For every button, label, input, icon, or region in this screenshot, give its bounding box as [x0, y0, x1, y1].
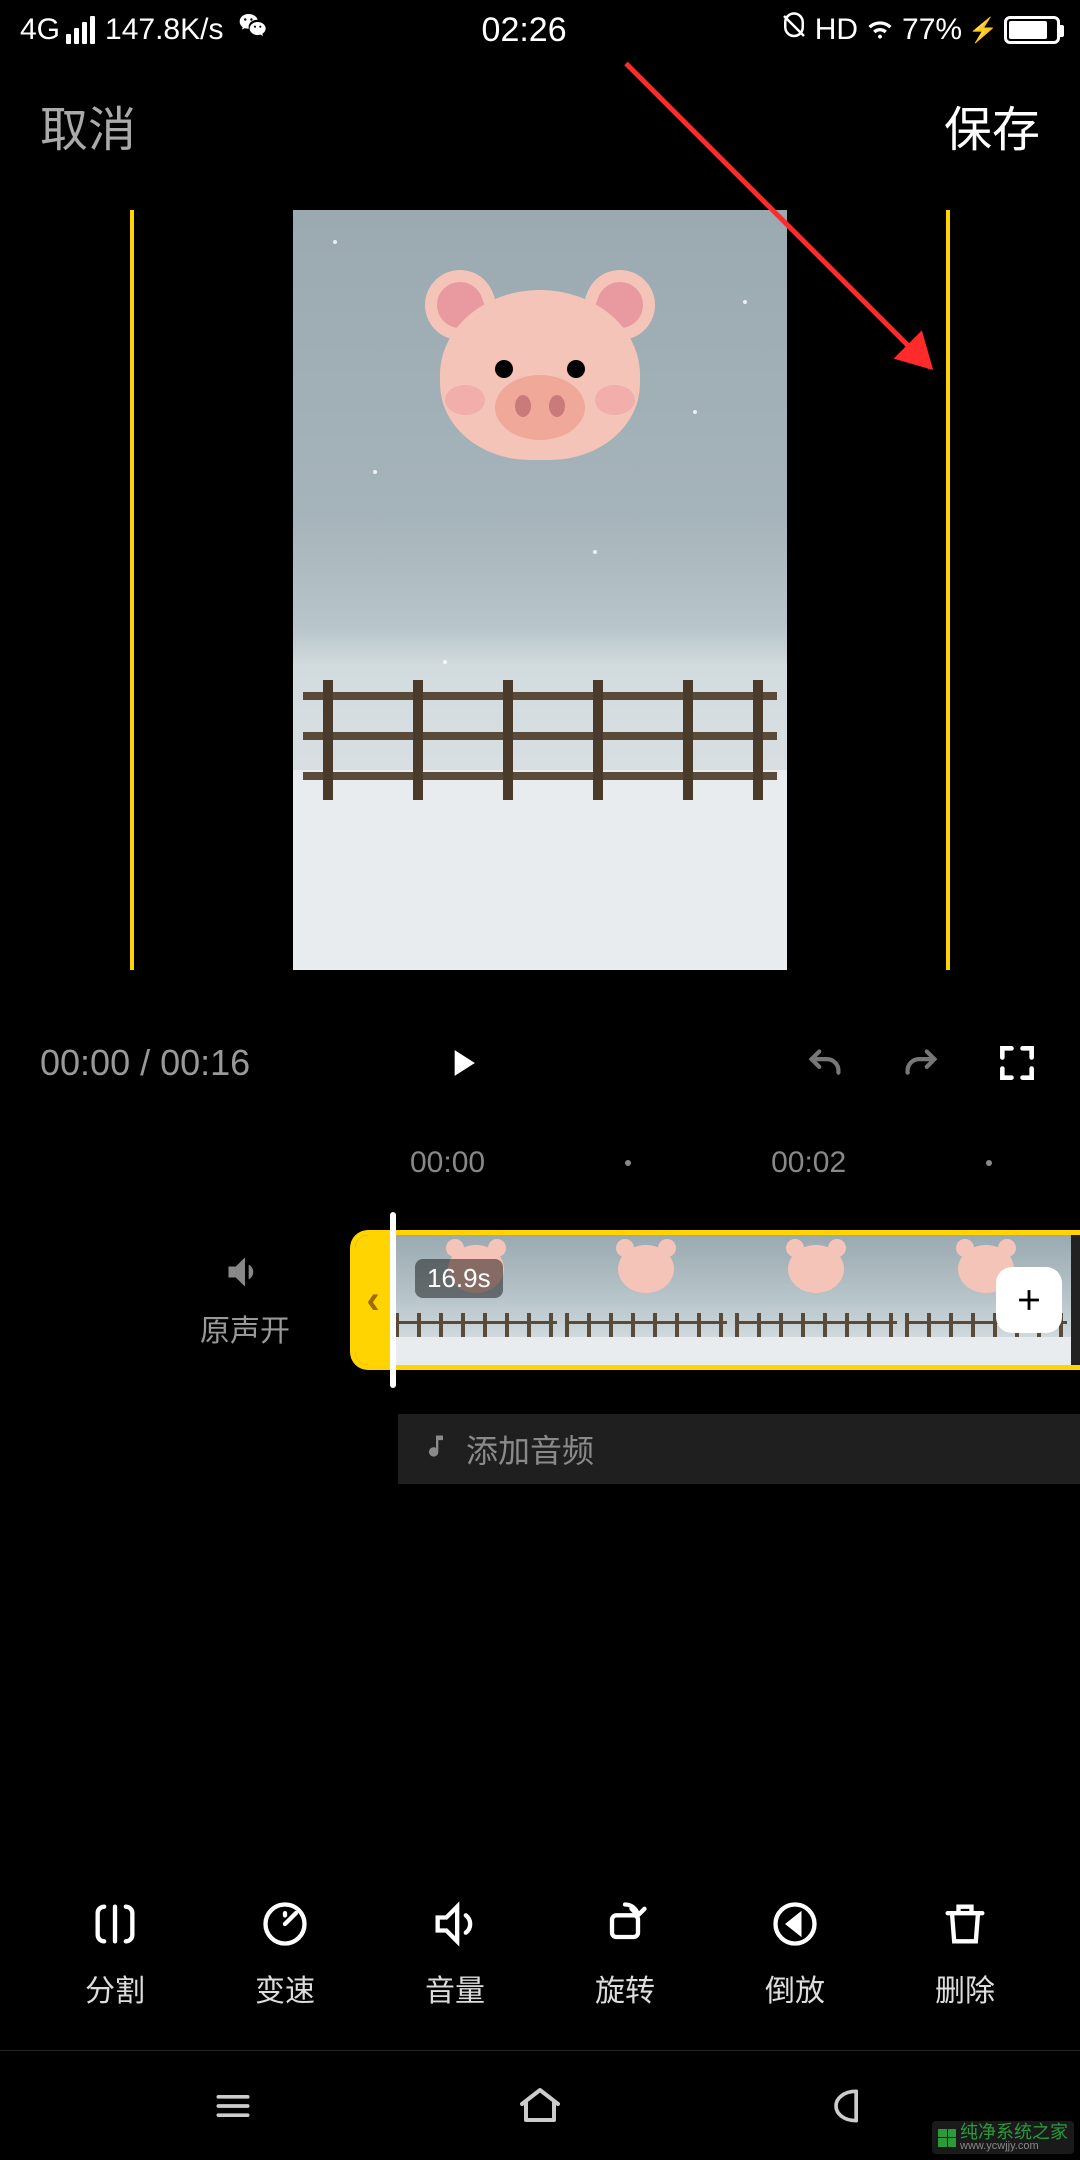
clip-thumbnail: [391, 1235, 561, 1365]
add-clip-button[interactable]: [996, 1267, 1062, 1333]
video-clip[interactable]: ‹ 16.9s: [350, 1230, 1080, 1370]
pig-sticker: [420, 270, 660, 470]
clip-handle-left[interactable]: ‹: [355, 1235, 391, 1365]
hd-label: HD: [815, 13, 858, 47]
original-sound-toggle[interactable]: 原声开: [0, 1250, 350, 1350]
tool-rotate[interactable]: 旋转: [595, 1896, 655, 2010]
tool-delete-label: 删除: [935, 1966, 995, 2010]
tool-split-label: 分割: [85, 1966, 145, 2010]
tool-speed[interactable]: 变速: [255, 1896, 315, 2010]
crop-border-right[interactable]: [946, 210, 950, 970]
tool-delete[interactable]: 删除: [935, 1896, 995, 2010]
tool-reverse[interactable]: 倒放: [765, 1896, 825, 2010]
timeline-row: 原声开 ‹ 16.9s: [0, 1210, 1080, 1390]
timeline-track[interactable]: ‹ 16.9s: [350, 1220, 1080, 1380]
recent-apps-button[interactable]: [205, 2078, 261, 2134]
home-button[interactable]: [512, 2078, 568, 2134]
network-type: 4G: [20, 13, 60, 47]
total-time: 00:16: [160, 1042, 250, 1083]
system-nav-bar: [0, 2050, 1080, 2160]
ruler-mark-1: 00:02: [771, 1146, 846, 1180]
sound-toggle-label: 原声开: [200, 1306, 290, 1350]
status-bar: 4G 147.8K/s 02:26 HD 77% ⚡: [0, 0, 1080, 60]
edit-toolbar: 分割 变速 音量 旋转 倒放 删除: [0, 1896, 1080, 2010]
undo-button[interactable]: [802, 1040, 848, 1086]
signal-icon: [66, 16, 95, 44]
watermark-logo-icon: [938, 2129, 956, 2147]
playhead[interactable]: [390, 1212, 396, 1388]
back-button[interactable]: [819, 2078, 875, 2134]
current-time: 00:00: [40, 1042, 130, 1083]
battery-icon: [1004, 16, 1060, 44]
status-right: HD 77% ⚡: [779, 10, 1060, 50]
trash-icon: [937, 1896, 993, 1952]
music-note-icon: [422, 1431, 450, 1468]
editor-header: 取消 保存: [0, 60, 1080, 180]
wechat-icon: [237, 10, 269, 50]
save-button[interactable]: 保存: [944, 90, 1040, 160]
rotate-icon: [597, 1896, 653, 1952]
clip-duration-badge: 16.9s: [415, 1259, 503, 1298]
watermark-text: 纯净系统之家: [960, 2123, 1068, 2141]
fullscreen-button[interactable]: [994, 1040, 1040, 1086]
clip-thumbnail: [561, 1235, 731, 1365]
volume-icon: [427, 1896, 483, 1952]
reverse-icon: [767, 1896, 823, 1952]
speed-icon: [257, 1896, 313, 1952]
tool-split[interactable]: 分割: [85, 1896, 145, 2010]
playback-controls: 00:00 / 00:16: [0, 1020, 1080, 1106]
mute-icon: [779, 11, 809, 49]
timeline-ruler: 00:00 00:02: [0, 1146, 1080, 1180]
add-audio-row[interactable]: 添加音频: [398, 1414, 1080, 1484]
clip-thumbnail: [731, 1235, 901, 1365]
battery-percent: 77%: [902, 13, 962, 47]
preview-area: [0, 200, 1080, 980]
tool-volume-label: 音量: [425, 1966, 485, 2010]
tool-volume[interactable]: 音量: [425, 1896, 485, 2010]
video-preview[interactable]: [293, 210, 787, 970]
cancel-button[interactable]: 取消: [40, 90, 136, 160]
wifi-icon: [864, 10, 896, 50]
charging-icon: ⚡: [968, 16, 998, 45]
add-audio-label: 添加音频: [466, 1426, 594, 1472]
speaker-icon: [223, 1250, 267, 1294]
ruler-dot: [625, 1160, 631, 1166]
tool-speed-label: 变速: [255, 1966, 315, 2010]
tool-reverse-label: 倒放: [765, 1966, 825, 2010]
tool-rotate-label: 旋转: [595, 1966, 655, 2010]
ruler-dot: [986, 1160, 992, 1166]
play-button[interactable]: [440, 1041, 484, 1085]
ruler-mark-0: 00:00: [410, 1146, 485, 1180]
watermark-sub: www.ycwjjy.com: [960, 2141, 1068, 2152]
split-icon: [87, 1896, 143, 1952]
time-display: 00:00 / 00:16: [40, 1042, 250, 1084]
status-time: 02:26: [482, 11, 567, 50]
data-speed: 147.8K/s: [105, 13, 223, 47]
status-left: 4G 147.8K/s: [20, 10, 269, 50]
crop-border-left[interactable]: [130, 210, 134, 970]
watermark: 纯净系统之家 www.ycwjjy.com: [932, 2121, 1074, 2154]
redo-button[interactable]: [898, 1040, 944, 1086]
